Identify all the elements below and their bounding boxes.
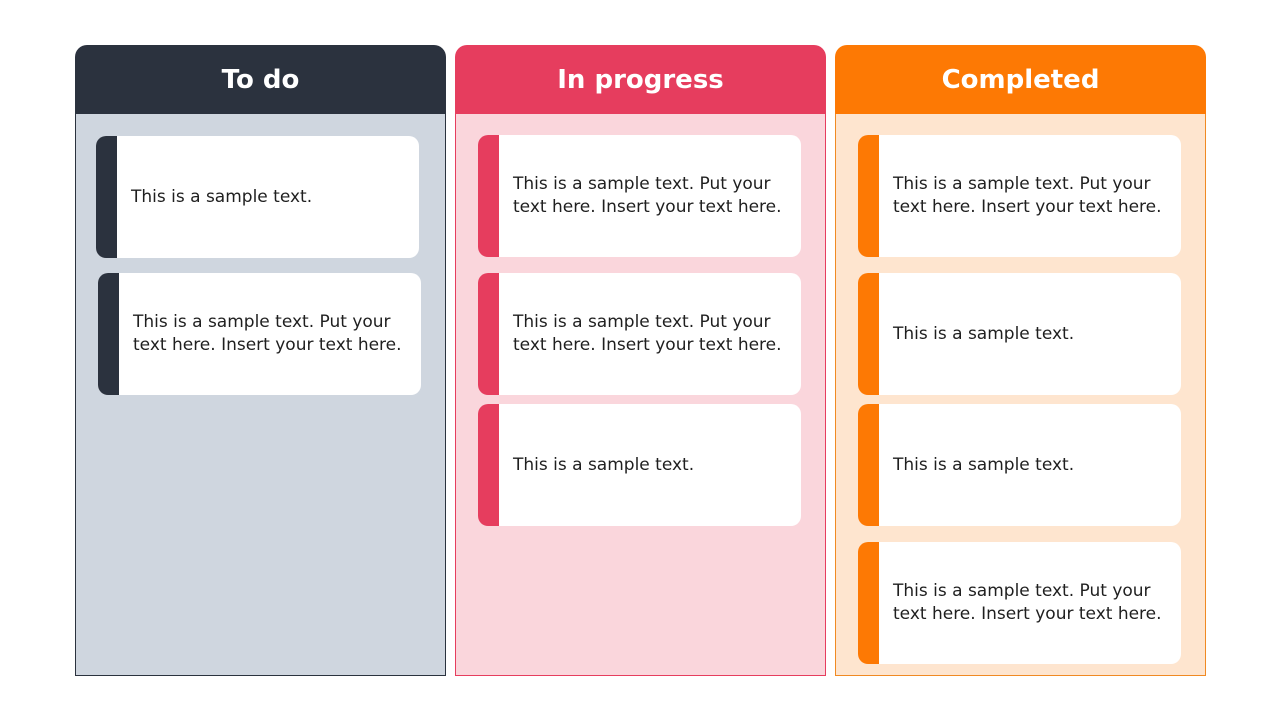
task-card[interactable]: This is a sample text. Put your text her… — [478, 273, 801, 395]
task-text: This is a sample text. — [513, 454, 695, 475]
column-title: In progress — [557, 64, 724, 95]
status-stripe — [478, 404, 499, 526]
task-card[interactable]: This is a sample text. — [96, 136, 419, 258]
status-stripe — [478, 273, 499, 395]
status-stripe — [858, 404, 879, 526]
task-text: This is a sample text. Put your text her… — [133, 312, 402, 355]
column-header-completed: Completed — [835, 45, 1206, 114]
status-stripe — [858, 273, 879, 395]
task-text: This is a sample text. Put your text her… — [893, 581, 1162, 624]
task-text: This is a sample text. Put your text her… — [513, 312, 782, 355]
status-stripe — [858, 542, 879, 664]
task-text: This is a sample text. — [893, 323, 1075, 344]
task-card[interactable]: This is a sample text. Put your text her… — [858, 542, 1181, 664]
task-text: This is a sample text. — [893, 454, 1075, 475]
status-stripe — [96, 136, 117, 258]
task-text: This is a sample text. Put your text her… — [893, 174, 1162, 217]
column-in-progress: In progress This is a sample text. Put y… — [455, 45, 826, 676]
task-card[interactable]: This is a sample text. Put your text her… — [478, 135, 801, 257]
column-completed: Completed This is a sample text. Put you… — [835, 45, 1206, 676]
column-header-in-progress: In progress — [455, 45, 826, 114]
status-stripe — [478, 135, 499, 257]
status-stripe — [98, 273, 119, 395]
column-title: Completed — [941, 64, 1100, 95]
task-card[interactable]: This is a sample text. Put your text her… — [98, 273, 421, 395]
column-todo: To do This is a sample text. This is a s… — [75, 45, 446, 676]
task-text: This is a sample text. Put your text her… — [513, 174, 782, 217]
task-card[interactable]: This is a sample text. — [478, 404, 801, 526]
status-stripe — [858, 135, 879, 257]
task-card[interactable]: This is a sample text. Put your text her… — [858, 135, 1181, 257]
task-card[interactable]: This is a sample text. — [858, 404, 1181, 526]
task-text: This is a sample text. — [131, 186, 313, 207]
column-title: To do — [221, 64, 300, 95]
task-card[interactable]: This is a sample text. — [858, 273, 1181, 395]
column-header-todo: To do — [75, 45, 446, 114]
